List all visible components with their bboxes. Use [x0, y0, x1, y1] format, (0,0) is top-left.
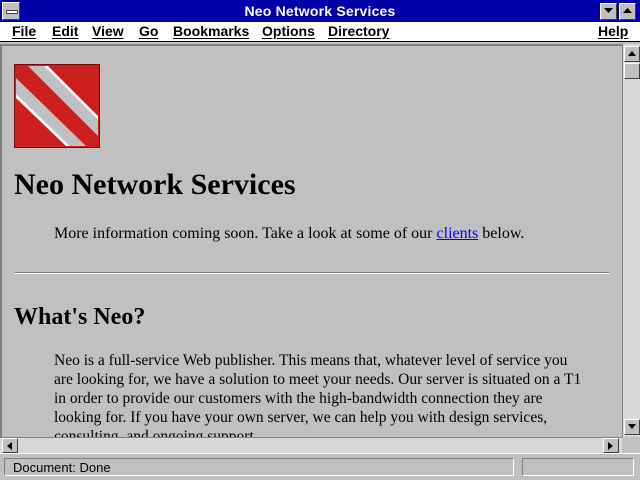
arrow-up-icon [628, 51, 636, 56]
window-title: Neo Network Services [244, 3, 396, 19]
menu-bar: File Edit View Go Bookmarks Options Dire… [0, 22, 640, 42]
neo-logo [14, 64, 100, 148]
status-text: Document: Done [4, 458, 514, 476]
menu-bookmarks[interactable]: Bookmarks [173, 23, 249, 39]
intro-paragraph: More information coming soon. Take a loo… [54, 225, 524, 243]
menu-directory[interactable]: Directory [328, 23, 389, 39]
horizontal-scrollbar[interactable] [0, 437, 622, 453]
scroll-down-button[interactable] [624, 419, 640, 435]
scroll-left-button[interactable] [2, 438, 18, 453]
minimize-button[interactable] [600, 3, 617, 20]
progress-field [522, 458, 634, 476]
menu-go[interactable]: Go [139, 23, 158, 39]
menu-edit[interactable]: Edit [52, 23, 78, 39]
arrow-left-icon [7, 442, 12, 450]
status-bar: Document: Done [0, 453, 640, 480]
page-content[interactable]: Neo Network Services More information co… [0, 44, 622, 437]
maximize-button[interactable] [619, 3, 636, 20]
menu-help[interactable]: Help [598, 23, 628, 39]
clients-link[interactable]: clients [437, 225, 479, 242]
intro-text-end: below. [478, 225, 525, 242]
scroll-thumb[interactable] [624, 63, 640, 79]
title-bar: Neo Network Services [0, 0, 640, 22]
menu-options[interactable]: Options [262, 23, 315, 39]
scroll-right-button[interactable] [603, 438, 619, 453]
scrollbar-corner [622, 437, 640, 453]
arrow-right-icon [608, 442, 613, 450]
arrow-down-icon [628, 424, 636, 429]
section-heading: What's Neo? [14, 304, 146, 330]
minimize-icon [604, 8, 613, 13]
vertical-scrollbar[interactable] [622, 44, 640, 437]
scroll-up-button[interactable] [624, 46, 640, 62]
horizontal-rule [14, 272, 610, 274]
maximize-icon [623, 8, 632, 13]
menu-view[interactable]: View [92, 23, 124, 39]
menu-file[interactable]: File [12, 23, 36, 39]
body-paragraph: Neo is a full-service Web publisher. Thi… [54, 352, 582, 437]
intro-text: More information coming soon. Take a loo… [54, 225, 437, 242]
page-heading: Neo Network Services [14, 168, 296, 201]
